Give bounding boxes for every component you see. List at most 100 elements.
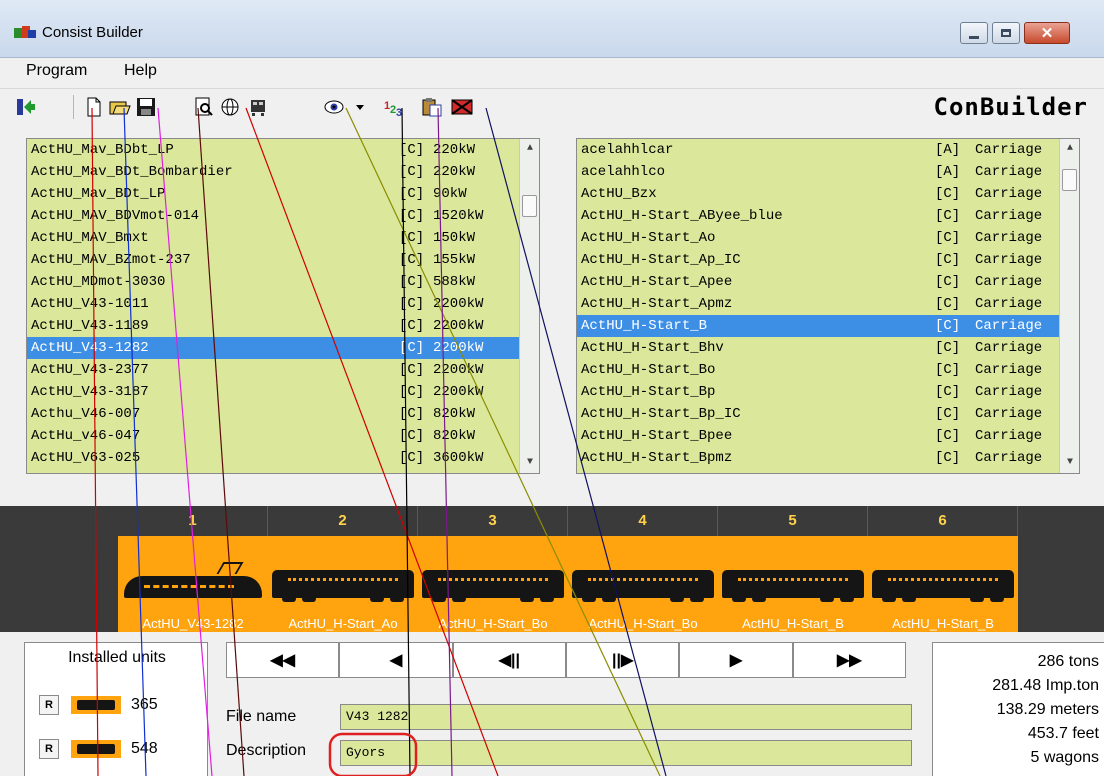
reset-engines-button[interactable]: R (39, 695, 59, 715)
exit-button[interactable] (14, 95, 38, 119)
list-item[interactable]: ActHU_H-Start_Bpmz [C] Carriage (577, 447, 1079, 469)
renumber-button[interactable]: 123 (382, 95, 406, 119)
next-button[interactable]: ▶ (679, 642, 793, 678)
list-item-value: 150kW (433, 230, 476, 246)
list-item-value: 820kW (433, 428, 476, 444)
list-item[interactable]: ActHU_H-Start_Bhv [C] Carriage (577, 337, 1079, 359)
installed-units-header: Installed units (68, 649, 166, 666)
slot-number: 2 (338, 512, 347, 529)
list-item-tag: [C] (935, 186, 961, 202)
previous-button[interactable]: ◀ (339, 642, 453, 678)
close-button[interactable]: ✕ (1024, 22, 1070, 44)
list-item-name: ActHU_V43-2377 (31, 362, 149, 378)
open-button[interactable] (108, 95, 132, 119)
list-item-name: ActHU_MAV_BZmot-237 (31, 252, 191, 268)
list-item-name: ActHU_V43-1189 (31, 318, 149, 334)
consist-slot[interactable]: 5 ActHU_H-Start_B (718, 506, 868, 632)
slot-label: ActHU_V43-1282 (142, 616, 244, 631)
wagons-list[interactable]: acelahhlcar [A] Carriage acelahhlco [A] Carri… (576, 138, 1080, 474)
scroll-up-icon[interactable]: ▲ (1060, 139, 1079, 159)
maximize-button[interactable] (992, 22, 1020, 44)
list-item[interactable]: ActHU_V43-3187 [C] 2200kW (27, 381, 539, 403)
list-item[interactable]: ActHu_v46-047 [C] 820kW (27, 425, 539, 447)
list-item[interactable]: ActHU_MDmot-3030 [C] 588kW (27, 271, 539, 293)
consist-button[interactable] (246, 95, 270, 119)
consist-slot[interactable]: 2 ActHU_H-Start_Ao (268, 506, 418, 632)
slot-number: 1 (188, 512, 197, 529)
list-item[interactable]: ActHU_H-Start_Bp [C] Carriage (577, 381, 1079, 403)
list-item-value: Carriage (975, 384, 1043, 400)
list-item-value: Carriage (975, 406, 1043, 422)
clipboard-button[interactable] (420, 95, 444, 119)
list-item-tag: [C] (399, 384, 425, 400)
minimize-button[interactable] (960, 22, 988, 44)
list-item-name: ActHU_Mav_BDt_Bombardier (31, 164, 233, 180)
first-button[interactable]: ◀◀ (226, 642, 340, 678)
list-item[interactable]: ActHU_V43-1189 [C] 2200kW (27, 315, 539, 337)
delete-button[interactable] (450, 95, 474, 119)
list-item[interactable]: ActHU_V63-025 [C] 3600kW (27, 447, 539, 469)
view-dropdown-button[interactable] (352, 95, 368, 119)
list-item[interactable]: ActHU_V43-2377 [C] 2200kW (27, 359, 539, 381)
list-item-tag: [C] (935, 208, 961, 224)
list-item[interactable]: ActHU_MAV_Bmxt [C] 150kW (27, 227, 539, 249)
consist-slot[interactable]: 1 ActHU_V43-1282 (118, 506, 268, 632)
list-item-tag: [C] (399, 296, 425, 312)
list-item[interactable]: ActHU_H-Start_Apee [C] Carriage (577, 271, 1079, 293)
scroll-down-icon[interactable]: ▼ (520, 453, 539, 473)
list-item-value: Carriage (975, 230, 1043, 246)
list-item[interactable]: ActHU_H-Start_Bp_IC [C] Carriage (577, 403, 1079, 425)
menu-help[interactable]: Help (124, 62, 157, 80)
list-item[interactable]: acelahhlco [A] Carriage (577, 161, 1079, 183)
menu-program[interactable]: Program (26, 62, 87, 80)
view-button[interactable] (322, 95, 346, 119)
list-item[interactable]: ActHU_H-Start_Apmz [C] Carriage (577, 293, 1079, 315)
list-item[interactable]: ActHU_V43-1011 [C] 2200kW (27, 293, 539, 315)
description-field[interactable]: Gyors (340, 740, 912, 766)
list-item[interactable]: ActHU_V43-1282 [C] 2200kW (27, 337, 539, 359)
list-item[interactable]: ActHU_MAV_BZmot-237 [C] 155kW (27, 249, 539, 271)
list-item[interactable]: ActHU_H-Start_B [C] Carriage (577, 315, 1079, 337)
toolbar: 123 ConBuilder (0, 88, 1104, 126)
save-button[interactable] (134, 95, 158, 119)
list-item[interactable]: ActHU_Mav_BDt_Bombardier [C] 220kW (27, 161, 539, 183)
print-preview-button[interactable] (192, 95, 216, 119)
list-item[interactable]: Acthu_V46-007 [C] 820kW (27, 403, 539, 425)
wagons-scrollbar[interactable]: ▲ ▼ (1059, 139, 1079, 473)
list-item[interactable]: ActHU_H-Start_AByee_blue [C] Carriage (577, 205, 1079, 227)
engines-list[interactable]: ActHU_Mav_BDbt_LP [C] 220kW ActHU_Mav_BDt_B… (26, 138, 540, 474)
list-item[interactable]: ActHU_H-Start_Ap_IC [C] Carriage (577, 249, 1079, 271)
new-button[interactable] (82, 95, 106, 119)
list-item[interactable]: ActHU_Bzx [C] Carriage (577, 183, 1079, 205)
scroll-thumb[interactable] (1062, 169, 1077, 191)
consist-slot[interactable]: 4 ActHU_H-Start_Bo (568, 506, 718, 632)
list-item-tag: [C] (935, 230, 961, 246)
reset-wagons-button[interactable]: R (39, 739, 59, 759)
scroll-up-icon[interactable]: ▲ (520, 139, 539, 159)
engines-scrollbar[interactable]: ▲ ▼ (519, 139, 539, 473)
globe-button[interactable] (218, 95, 242, 119)
list-item[interactable]: acelahhlcar [A] Carriage (577, 139, 1079, 161)
last-button[interactable]: ▶▶ (792, 642, 906, 678)
globe-icon (221, 98, 239, 116)
move-right-button[interactable]: ||▶ (565, 642, 680, 678)
wagons-count: 548 (131, 740, 158, 757)
list-item-name: ActHU_Mav_BDt_LP (31, 186, 166, 202)
list-item[interactable]: ActHU_H-Start_Ao [C] Carriage (577, 227, 1079, 249)
scroll-thumb[interactable] (522, 195, 537, 217)
list-item-name: ActHU_H-Start_Bhv (581, 340, 724, 356)
carriage-icon (422, 570, 564, 602)
scroll-down-icon[interactable]: ▼ (1060, 453, 1079, 473)
list-item[interactable]: ActHU_H-Start_Bpee [C] Carriage (577, 425, 1079, 447)
list-item[interactable]: ActHU_Mav_BDbt_LP [C] 220kW (27, 139, 539, 161)
move-left-button[interactable]: ◀|| (452, 642, 566, 678)
file-name-field[interactable]: V43 1282 (340, 704, 912, 730)
list-item[interactable]: ActHU_MAV_BDVmot-014 [C] 1520kW (27, 205, 539, 227)
consist-slot[interactable]: 6 ActHU_H-Start_B (868, 506, 1018, 632)
list-item-value: Carriage (975, 450, 1043, 466)
list-item-name: ActHU_H-Start_B (581, 318, 708, 334)
consist-slot[interactable]: 3 ActHU_H-Start_Bo (418, 506, 568, 632)
list-item[interactable]: ActHU_Mav_BDt_LP [C] 90kW (27, 183, 539, 205)
list-item[interactable]: ActHU_H-Start_Bo [C] Carriage (577, 359, 1079, 381)
list-item-name: ActHU_MAV_Bmxt (31, 230, 149, 246)
